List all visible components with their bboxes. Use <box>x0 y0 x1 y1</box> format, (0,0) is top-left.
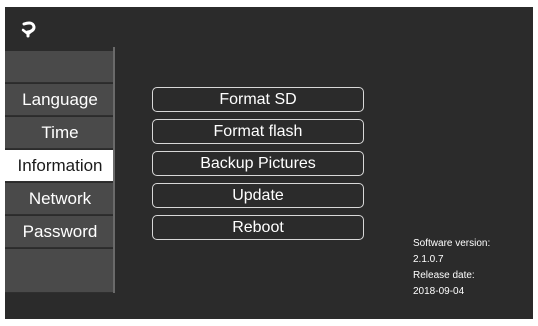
sidebar-item-language[interactable]: Language <box>5 84 115 116</box>
version-info: Software version: 2.1.0.7 Release date: … <box>413 236 490 300</box>
software-version-label: Software version: <box>413 238 491 249</box>
sidebar-item-password[interactable]: Password <box>5 216 115 248</box>
device-screen: Language Time Information Network Passwo… <box>5 7 533 319</box>
format-sd-button[interactable]: Format SD <box>152 87 364 112</box>
update-button[interactable]: Update <box>152 183 364 208</box>
sidebar-divider <box>113 47 115 293</box>
sidebar-item-network[interactable]: Network <box>5 183 115 215</box>
sidebar-item-time[interactable]: Time <box>5 117 115 149</box>
back-arrow-icon[interactable] <box>19 19 39 39</box>
release-date-value: 2018-09-04 <box>413 286 465 297</box>
reboot-button[interactable]: Reboot <box>152 215 364 240</box>
format-flash-button[interactable]: Format flash <box>152 119 364 144</box>
sidebar-item-blank-top <box>5 51 115 83</box>
release-date-label: Release date: <box>413 270 475 281</box>
backup-pictures-button[interactable]: Backup Pictures <box>152 151 364 176</box>
sidebar-menu: Language Time Information Network Passwo… <box>5 51 115 293</box>
software-version-value: 2.1.0.7 <box>413 254 444 265</box>
sidebar-item-blank-bottom <box>5 249 115 293</box>
sidebar-item-information[interactable]: Information <box>5 150 115 182</box>
